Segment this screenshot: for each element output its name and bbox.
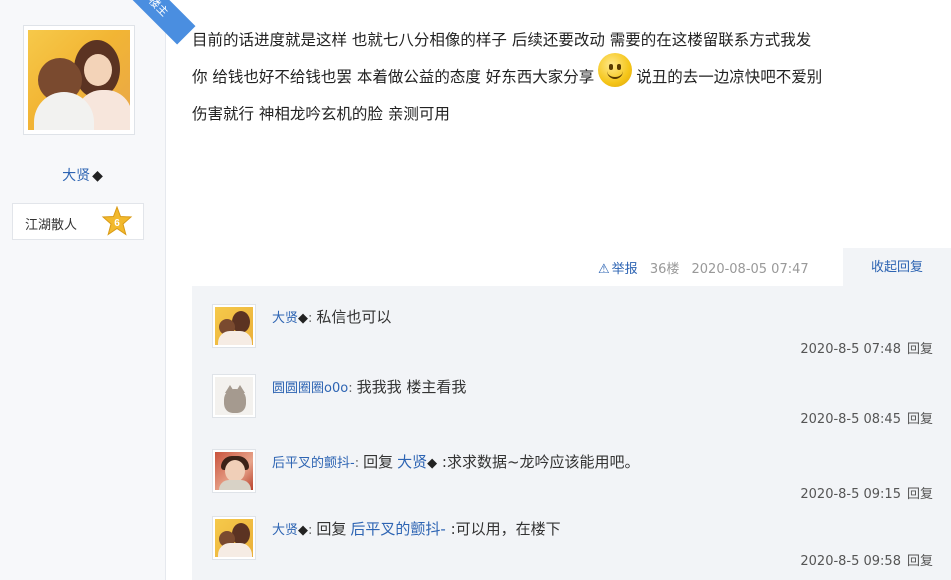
post-line-part: 你 给钱也好不给钱也罢 本着做公益的态度 好东西大家分享 (192, 68, 595, 86)
reply-username[interactable]: 大贤 (272, 311, 298, 326)
reply-keyword: 回复 (316, 520, 347, 538)
rank-title: 江湖散人 (25, 218, 78, 233)
collapse-replies-button[interactable]: 收起回复 (843, 248, 951, 286)
reply-avatar[interactable] (212, 449, 256, 493)
post-time: 2020-08-05 07:47 (691, 262, 809, 277)
rank-level: 6 (114, 218, 120, 229)
author-sidebar: 楼主 大贤 ◆ 江湖散人 6 (0, 0, 196, 580)
reply-meta: 2020-8-5 09:58 回复 (800, 550, 933, 569)
avatar-image (28, 30, 130, 130)
diamond-icon: ◆ (427, 456, 438, 471)
report-label: 举报 (611, 262, 638, 277)
reply-keyword: 回复 (363, 453, 394, 471)
reply-button[interactable]: 回复 (907, 554, 933, 569)
diamond-icon: ◆ (92, 168, 103, 184)
reply-item: 圆圆圈圈o0o: 我我我 楼主看我 2020-8-5 08:45 回复 (192, 356, 951, 427)
reply-item: 大贤◆: 回复 后平叉的颤抖- :可以用，在楼下 2020-8-5 09:58 回复 (192, 498, 951, 569)
reply-panel: 大贤◆: 私信也可以 2020-8-5 07:48 回复 圆圆圈圈o0o: 我我我 楼… (192, 286, 951, 580)
author-avatar[interactable] (23, 25, 135, 135)
reply-text: :求求数据~龙吟应该能用吧。 (441, 453, 640, 471)
reply-username[interactable]: 大贤 (272, 523, 298, 538)
reply-text: :可以用，在楼下 (450, 520, 561, 538)
diamond-icon: ◆ (298, 523, 309, 538)
reply-button[interactable]: 回复 (907, 412, 933, 427)
level-star-icon: 6 (101, 206, 133, 236)
reply-meta: 2020-8-5 08:45 回复 (800, 408, 933, 427)
reply-ref-username[interactable]: 后平叉的颤抖- (350, 520, 445, 538)
reply-item: 后平叉的颤抖-: 回复 大贤◆ :求求数据~龙吟应该能用吧。 2020-8-5 09… (192, 431, 951, 502)
reply-time: 2020-8-5 08:45 (800, 412, 901, 427)
post-content: 目前的话进度就是这样 也就七八分相像的样子 后续还要改动 需要的在这楼留联系方式… (192, 22, 942, 133)
reply-ref-username[interactable]: 大贤 (397, 453, 427, 471)
reply-username[interactable]: 后平叉的颤抖- (272, 456, 355, 471)
author-name[interactable]: 大贤 (62, 168, 90, 184)
reply-line: 后平叉的颤抖-: 回复 大贤◆ :求求数据~龙吟应该能用吧。 (272, 453, 640, 471)
author-username[interactable]: 大贤 ◆ (0, 165, 165, 185)
reply-text: 我我我 楼主看我 (356, 378, 467, 396)
post-line: 目前的话进度就是这样 也就七八分相像的样子 后续还要改动 需要的在这楼留联系方式… (192, 31, 812, 49)
reply-line: 大贤◆: 回复 后平叉的颤抖- :可以用，在楼下 (272, 520, 561, 538)
reply-line: 大贤◆: 私信也可以 (272, 308, 392, 326)
reply-button[interactable]: 回复 (907, 342, 933, 357)
post-meta: ⚠ 举报 36楼 2020-08-05 07:47 (598, 258, 809, 277)
reply-avatar[interactable] (212, 304, 256, 348)
reply-username[interactable]: 圆圆圈圈o0o (272, 381, 348, 396)
diamond-icon: ◆ (298, 311, 309, 326)
post-line: 伤害就行 神相龙吟玄机的脸 亲测可用 (192, 105, 450, 123)
reply-line: 圆圆圈圈o0o: 我我我 楼主看我 (272, 378, 467, 396)
floor-number: 36楼 (649, 262, 680, 277)
reply-avatar[interactable] (212, 516, 256, 560)
post-line: 你 给钱也好不给钱也罢 本着做公益的态度 好东西大家分享 说丑的去一边凉快吧不爱别 (192, 52, 942, 96)
report-link[interactable]: ⚠ 举报 (598, 262, 638, 277)
reply-avatar[interactable] (212, 374, 256, 418)
smile-emoji-icon (598, 52, 633, 87)
reply-time: 2020-8-5 09:58 (800, 554, 901, 569)
rank-badge-box[interactable]: 江湖散人 6 (12, 203, 144, 240)
post-line-part: 说丑的去一边凉快吧不爱别 (636, 68, 823, 86)
reply-time: 2020-8-5 07:48 (800, 342, 901, 357)
reply-meta: 2020-8-5 07:48 回复 (800, 338, 933, 357)
reply-item: 大贤◆: 私信也可以 2020-8-5 07:48 回复 (192, 286, 951, 357)
warning-icon: ⚠ (598, 262, 610, 277)
reply-text: 私信也可以 (316, 308, 392, 326)
